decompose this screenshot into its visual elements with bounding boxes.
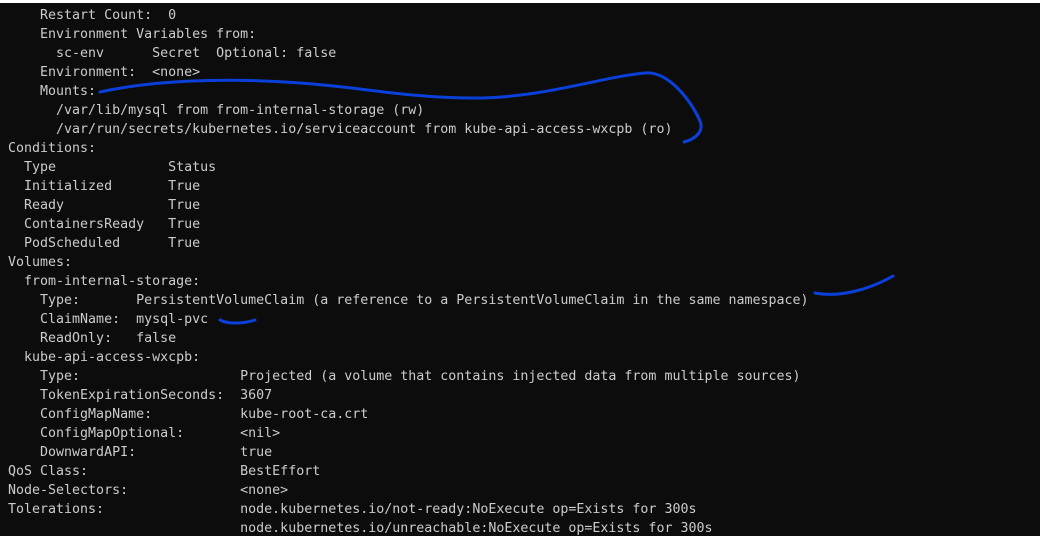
line-volume-type-projected: Type: Projected (a volume that contains … <box>8 369 801 384</box>
line-mount-serviceaccount: /var/run/secrets/kubernetes.io/serviceac… <box>8 122 673 137</box>
line-env-vars-from: Environment Variables from: <box>8 27 257 42</box>
line-restart-count: Restart Count: 0 <box>8 8 177 23</box>
line-condition-containersready: ContainersReady True <box>8 217 201 232</box>
line-configmap-optional: ConfigMapOptional: <nil> <box>8 426 281 441</box>
line-condition-initialized: Initialized True <box>8 179 201 194</box>
line-volume-type-pvc: Type: PersistentVolumeClaim (a reference… <box>8 293 809 308</box>
line-volume-readonly: ReadOnly: false <box>8 331 177 346</box>
screenshot-frame: Restart Count: 0 Environment Variables f… <box>0 0 1046 536</box>
line-mount-mysql: /var/lib/mysql from from-internal-storag… <box>8 103 425 118</box>
line-node-selectors: Node-Selectors: <none> <box>8 483 289 498</box>
line-volumes-header: Volumes: <box>8 255 73 270</box>
line-conditions-columns: Type Status <box>8 160 217 175</box>
line-sc-env-secret: sc-env Secret Optional: false <box>8 46 337 61</box>
line-tolerations: Tolerations: node.kubernetes.io/not-read… <box>8 502 697 517</box>
line-volume-internal-storage: from-internal-storage: <box>8 274 201 289</box>
terminal-output[interactable]: Restart Count: 0 Environment Variables f… <box>0 3 1040 536</box>
line-tolerations-cont: node.kubernetes.io/unreachable:NoExecute… <box>8 521 713 536</box>
line-token-expiration: TokenExpirationSeconds: 3607 <box>8 388 273 403</box>
line-configmap-name: ConfigMapName: kube-root-ca.crt <box>8 407 369 422</box>
line-volume-kube-api-access: kube-api-access-wxcpb: <box>8 350 201 365</box>
line-downward-api: DownwardAPI: true <box>8 445 273 460</box>
line-volume-claimname: ClaimName: mysql-pvc <box>8 312 209 327</box>
line-condition-podscheduled: PodScheduled True <box>8 236 201 251</box>
line-conditions-header: Conditions: <box>8 141 97 156</box>
line-mounts-header: Mounts: <box>8 84 97 99</box>
line-environment: Environment: <none> <box>8 65 201 80</box>
line-qos-class: QoS Class: BestEffort <box>8 464 321 479</box>
line-condition-ready: Ready True <box>8 198 201 213</box>
annotation-claimname-underline <box>218 318 257 325</box>
annotation-pvc-stroke <box>813 274 895 296</box>
